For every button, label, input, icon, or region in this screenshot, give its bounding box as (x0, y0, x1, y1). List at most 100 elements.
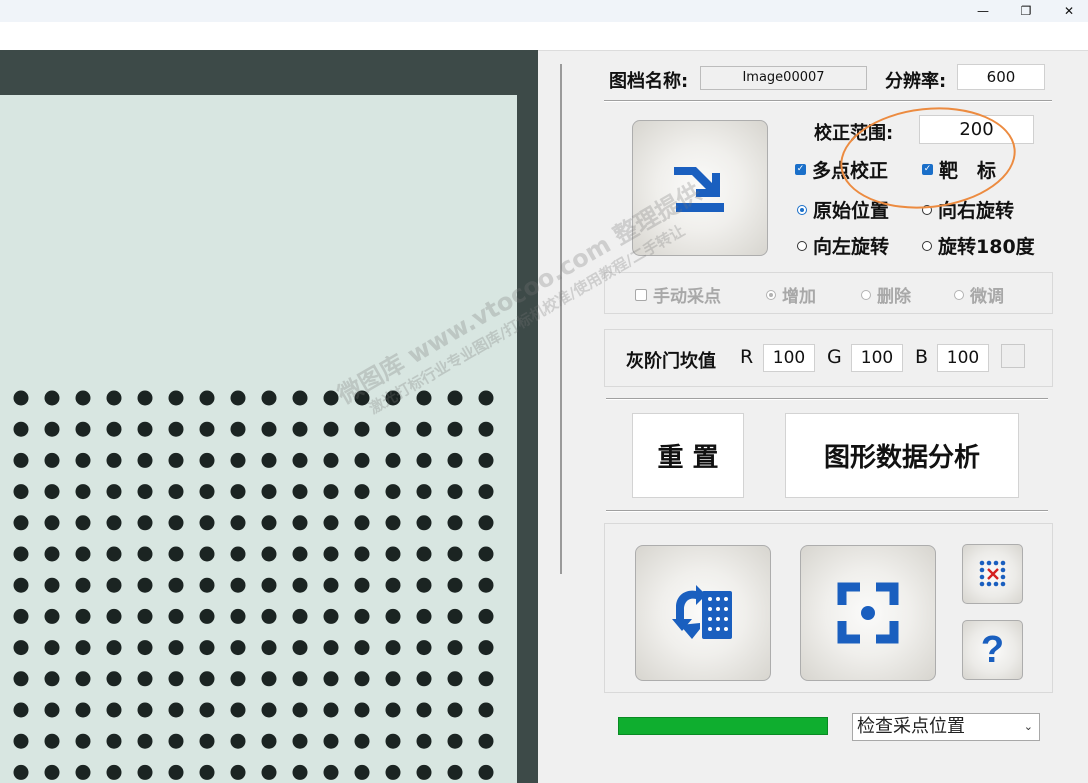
calibration-dot (385, 546, 401, 562)
b-field[interactable]: 100 (937, 344, 989, 372)
calibration-dot (199, 640, 215, 656)
calibration-dot (13, 546, 29, 562)
calibration-dot (354, 515, 370, 531)
calibration-dot (354, 702, 370, 718)
calibration-dot (137, 421, 153, 437)
calibration-dot-grid (13, 390, 494, 780)
calibration-dot (292, 671, 308, 687)
reset-button[interactable]: 重 置 (632, 413, 744, 498)
radio-rotate-180[interactable]: 旋转180度 (922, 232, 1035, 259)
calibration-dot (292, 421, 308, 437)
minimize-button[interactable]: — (960, 0, 1006, 22)
calibration-dot (44, 764, 60, 780)
calibration-dot (75, 764, 91, 780)
multipoint-checkbox[interactable]: ✓ 多点校正 (795, 156, 888, 183)
calibration-dot (230, 733, 246, 749)
calibration-dot (292, 452, 308, 468)
calibration-dot (137, 764, 153, 780)
calibration-dot (478, 608, 494, 624)
help-button[interactable]: ? (962, 620, 1023, 680)
manual-sampling-label: 手动采点 (653, 287, 721, 307)
manual-sampling-checkbox[interactable]: 手动采点 (635, 282, 721, 307)
calibration-dot (137, 640, 153, 656)
calibration-dot (416, 702, 432, 718)
calibration-dot (354, 764, 370, 780)
g-field[interactable]: 100 (851, 344, 903, 372)
calibration-dot (323, 733, 339, 749)
calibration-dot (292, 608, 308, 624)
calibration-dot (168, 608, 184, 624)
resolution-field[interactable]: 600 (957, 64, 1045, 90)
divider (606, 510, 1048, 512)
calibration-dot (75, 390, 91, 406)
calibration-dot (230, 515, 246, 531)
r-field[interactable]: 100 (763, 344, 815, 372)
calibration-dot (385, 515, 401, 531)
analyze-data-button[interactable]: 图形数据分析 (785, 413, 1019, 498)
calibration-dot (447, 640, 463, 656)
calibration-dot (44, 515, 60, 531)
calibration-dot (106, 390, 122, 406)
calibration-dot (292, 733, 308, 749)
calibration-dot (106, 671, 122, 687)
radio-rotate-right[interactable]: 向右旋转 (922, 196, 1014, 223)
radio-finetune[interactable]: 微调 (954, 282, 1004, 307)
calibration-dot (416, 733, 432, 749)
calibration-dot (13, 390, 29, 406)
focus-target-button[interactable] (800, 545, 936, 681)
calibration-dot (385, 421, 401, 437)
calibration-dot (385, 577, 401, 593)
checkbox-checked-icon: ✓ (922, 164, 933, 175)
calibration-dot (44, 577, 60, 593)
radio-label: 增加 (782, 287, 816, 307)
calibration-dot (447, 452, 463, 468)
radio-selected-icon (766, 289, 776, 300)
calibration-dot (13, 640, 29, 656)
menu-strip (0, 22, 1088, 51)
calibration-dot (106, 733, 122, 749)
dot-grid-cross-icon (979, 560, 1005, 587)
target-checkbox[interactable]: ✓ 靶 标 (922, 156, 996, 183)
import-image-button[interactable] (632, 120, 768, 256)
g-label: G (827, 346, 842, 368)
calibration-dot (323, 515, 339, 531)
calibration-dot (168, 702, 184, 718)
image-name-field[interactable]: Image00007 (700, 66, 867, 90)
calibration-dot (44, 421, 60, 437)
calibration-dot (385, 390, 401, 406)
calibration-dot (292, 764, 308, 780)
calibration-dot (292, 577, 308, 593)
calibration-dot (385, 608, 401, 624)
radio-icon (797, 240, 807, 251)
color-swatch[interactable] (1001, 344, 1025, 368)
range-field[interactable]: 200 (919, 115, 1034, 144)
calibration-dot (323, 546, 339, 562)
calibration-dot (354, 640, 370, 656)
calibration-dot (75, 515, 91, 531)
calibration-dot (75, 452, 91, 468)
calibration-dot (137, 546, 153, 562)
radio-rotate-left[interactable]: 向左旋转 (797, 232, 889, 259)
check-mode-dropdown[interactable]: 检查采点位置 ⌄ (852, 713, 1040, 741)
rotate-grid-button[interactable] (635, 545, 771, 681)
radio-original-position[interactable]: 原始位置 (797, 196, 889, 223)
panel-splitter[interactable] (560, 64, 562, 574)
threshold-group: 灰阶门坎值 R 100 G 100 B 100 (604, 329, 1053, 387)
close-button[interactable]: ✕ (1046, 0, 1088, 22)
calibration-dot (385, 733, 401, 749)
calibration-dot (416, 577, 432, 593)
calibration-dot (137, 577, 153, 593)
calibration-dot (416, 484, 432, 500)
calibration-dot (447, 577, 463, 593)
calibration-dot (106, 452, 122, 468)
chevron-down-icon: ⌄ (1023, 720, 1033, 733)
image-viewer[interactable] (0, 50, 538, 783)
radio-add[interactable]: 增加 (766, 282, 816, 307)
dot-grid-button[interactable] (962, 544, 1023, 604)
restore-button[interactable]: ❐ (1003, 0, 1049, 22)
calibration-dot (447, 484, 463, 500)
radio-delete[interactable]: 删除 (861, 282, 911, 307)
calibration-dot (230, 546, 246, 562)
calibration-dot (106, 764, 122, 780)
calibration-dot (385, 702, 401, 718)
